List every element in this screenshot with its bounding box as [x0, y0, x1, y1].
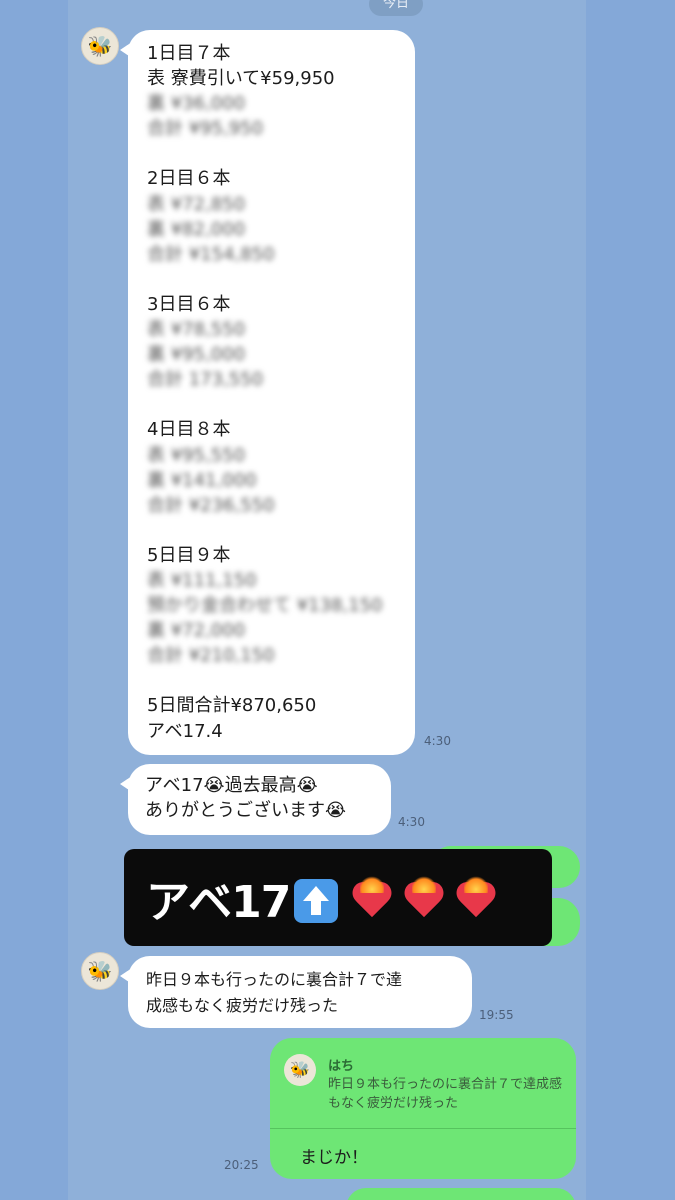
message-text: 1日目７本表 寮費引いて¥59,950 裏 ¥36,000 合計 ¥95,950 2日… — [147, 41, 383, 744]
sender-avatar[interactable]: 🐝 — [81, 952, 119, 990]
message-line: 合計 ¥154,850 — [147, 243, 275, 265]
message-time: 4:30 — [398, 815, 425, 829]
bee-icon: 🐝 — [87, 959, 113, 983]
banner-label: アベ17 — [146, 876, 291, 928]
date-divider: 今日 — [369, 0, 423, 16]
message-line: 裏 ¥95,000 — [147, 344, 246, 366]
message-time: 4:30 — [424, 734, 451, 748]
message-bubble[interactable]: 1日目７本表 寮費引いて¥59,950 裏 ¥36,000 合計 ¥95,950 2日… — [120, 30, 415, 755]
message-line: 表 ¥111,150 — [147, 569, 257, 591]
left-background — [0, 0, 68, 1200]
message-line: 表 ¥72,850 — [147, 193, 246, 215]
bee-icon: 🐝 — [290, 1060, 310, 1079]
message-line — [147, 392, 383, 417]
message-time: 20:25 — [224, 1158, 259, 1172]
message-line: 合計 ¥236,550 — [147, 494, 275, 516]
message-line: ありがとうございます😭 — [145, 800, 347, 822]
message-line: 2日目６本 — [147, 168, 231, 190]
message-line: アベ17😭過去最高😭 — [145, 775, 318, 796]
message-line: 表 ¥78,550 — [147, 319, 246, 341]
message-line: 3日目６本 — [147, 293, 231, 315]
message-line: 預かり金合わせて ¥138,150 — [147, 595, 383, 617]
heart-on-fire-icon — [402, 874, 446, 921]
message-line: 裏 ¥36,000 — [147, 93, 246, 115]
quoted-message[interactable]: 🐝 はち 昨日９本も行ったのに裏合計７で達成感もなく疲労だけ残った — [270, 1038, 576, 1129]
message-line: 裏 ¥82,000 — [147, 218, 246, 240]
message-line: 合計 ¥95,950 — [147, 118, 264, 140]
message-time: 19:55 — [479, 1008, 514, 1022]
message-bubble[interactable]: アベ17😭過去最高😭 ありがとうございます😭 — [120, 764, 391, 835]
up-arrow-icon — [294, 878, 339, 923]
heart-on-fire-icon — [454, 874, 498, 921]
message-line: 表 寮費引いて¥59,950 — [147, 68, 335, 90]
message-line: 4日目８本 — [147, 419, 231, 441]
reply-message-bubble[interactable]: 🐝 はち 昨日９本も行ったのに裏合計７で達成感もなく疲労だけ残った まじか！ — [270, 1038, 576, 1179]
message-line: 1日目７本 — [147, 43, 231, 64]
message-line — [147, 141, 383, 166]
reply-text: まじか！ — [300, 1148, 368, 1168]
message-line: 合計 173,550 — [147, 369, 264, 391]
quoted-sender-name: はち — [328, 1059, 355, 1074]
message-line — [147, 267, 383, 292]
heart-on-fire-icon — [350, 874, 394, 921]
quoted-avatar: 🐝 — [284, 1054, 316, 1086]
message-line — [147, 668, 383, 693]
message-line: 裏 ¥72,000 — [147, 620, 246, 642]
sent-message-bubble[interactable] — [346, 1188, 576, 1200]
message-line: 5日間合計¥870,650 — [147, 695, 317, 717]
message-line: 合計 ¥210,150 — [147, 645, 275, 667]
message-line — [147, 518, 383, 543]
sender-avatar[interactable]: 🐝 — [81, 27, 119, 65]
message-text: アベ17😭過去最高😭 ありがとうございます😭 — [145, 773, 346, 823]
overlay-banner: アベ17 — [124, 849, 552, 946]
right-background — [586, 0, 675, 1200]
message-line: 表 ¥95,550 — [147, 444, 246, 466]
bee-icon: 🐝 — [87, 34, 113, 58]
message-line: 昨日９本も行ったのに裏合計７で達 — [146, 970, 403, 989]
quoted-text: 昨日９本も行ったのに裏合計７で達成感もなく疲労だけ残った — [328, 1077, 563, 1111]
message-line: アベ17.4 — [147, 720, 223, 742]
message-line: 5日目９本 — [147, 544, 231, 566]
message-bubble[interactable]: 昨日９本も行ったのに裏合計７で達 成感もなく疲労だけ残った — [120, 956, 472, 1028]
message-text: 昨日９本も行ったのに裏合計７で達 成感もなく疲労だけ残った — [146, 967, 402, 1019]
message-line: 成感もなく疲労だけ残った — [146, 996, 339, 1015]
chat-area[interactable]: 今日 🐝 1日目７本表 寮費引いて¥59,950 裏 ¥36,000 合計 ¥95,… — [68, 0, 586, 1200]
banner-text: アベ17 — [146, 866, 502, 930]
message-line: 裏 ¥141,000 — [147, 469, 257, 491]
